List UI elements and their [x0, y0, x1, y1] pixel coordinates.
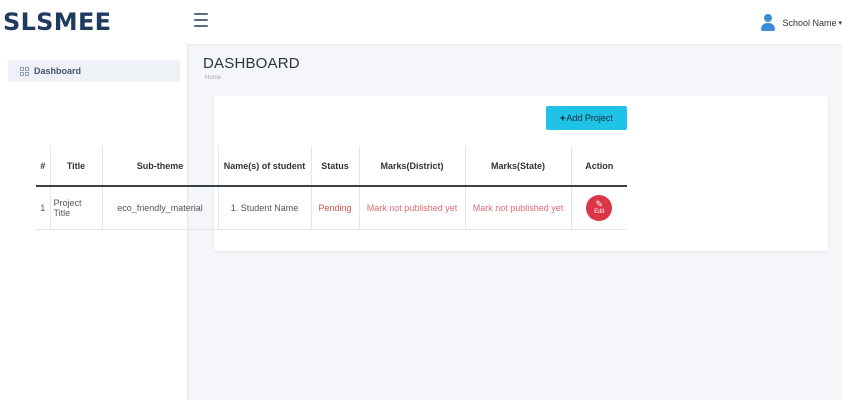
- page-title: DASHBOARD: [203, 55, 300, 72]
- column-header-marks-state: Marks(State): [465, 146, 572, 187]
- column-header-students: Name(s) of student: [218, 146, 312, 187]
- cell-marks-district: Mark not published yet: [359, 186, 466, 230]
- column-header-status: Status: [311, 146, 360, 187]
- brand-logo[interactable]: SLSMEE: [0, 0, 188, 44]
- edit-label: Edit: [594, 208, 605, 215]
- column-header-number: #: [36, 146, 51, 187]
- add-project-label: Add Project: [566, 113, 613, 123]
- column-header-action: Action: [571, 146, 627, 187]
- column-header-subtheme: Sub-theme: [102, 146, 219, 187]
- sidebar-item-dashboard[interactable]: Dashboard: [8, 60, 180, 82]
- pencil-icon: ✎: [595, 198, 604, 209]
- status-badge: Pending: [311, 186, 360, 230]
- chevron-down-icon: ▾: [838, 20, 842, 27]
- table-row: 1 Project Title eco_friendly_material 1.…: [36, 186, 627, 230]
- user-menu[interactable]: School Name ▾: [760, 12, 842, 34]
- cell-action: ✎ Edit: [571, 186, 627, 230]
- sidebar-item-label: Dashboard: [34, 66, 82, 76]
- cell-students: 1. Student Name: [218, 186, 312, 230]
- column-header-title: Title: [50, 146, 103, 187]
- edit-button[interactable]: ✎ Edit: [586, 194, 613, 221]
- projects-table: # Title Sub-theme Name(s) of student Sta…: [36, 146, 627, 230]
- cell-subtheme: eco_friendly_material: [102, 186, 219, 230]
- cell-number: 1: [36, 186, 51, 230]
- breadcrumb[interactable]: Home: [205, 75, 221, 81]
- column-header-marks-district: Marks(District): [359, 146, 466, 187]
- user-icon: [760, 14, 776, 32]
- user-name: School Name: [782, 18, 837, 28]
- cell-marks-state: Mark not published yet: [465, 186, 572, 230]
- dashboard-grid-icon: [20, 66, 29, 76]
- add-project-button[interactable]: + Add Project: [546, 106, 627, 130]
- hamburger-menu-icon[interactable]: [194, 13, 208, 27]
- plus-icon: +: [560, 113, 566, 123]
- cell-title: Project Title: [50, 186, 103, 230]
- table-header-row: # Title Sub-theme Name(s) of student Sta…: [36, 146, 627, 187]
- top-navbar: SLSMEE School Name ▾: [0, 0, 842, 44]
